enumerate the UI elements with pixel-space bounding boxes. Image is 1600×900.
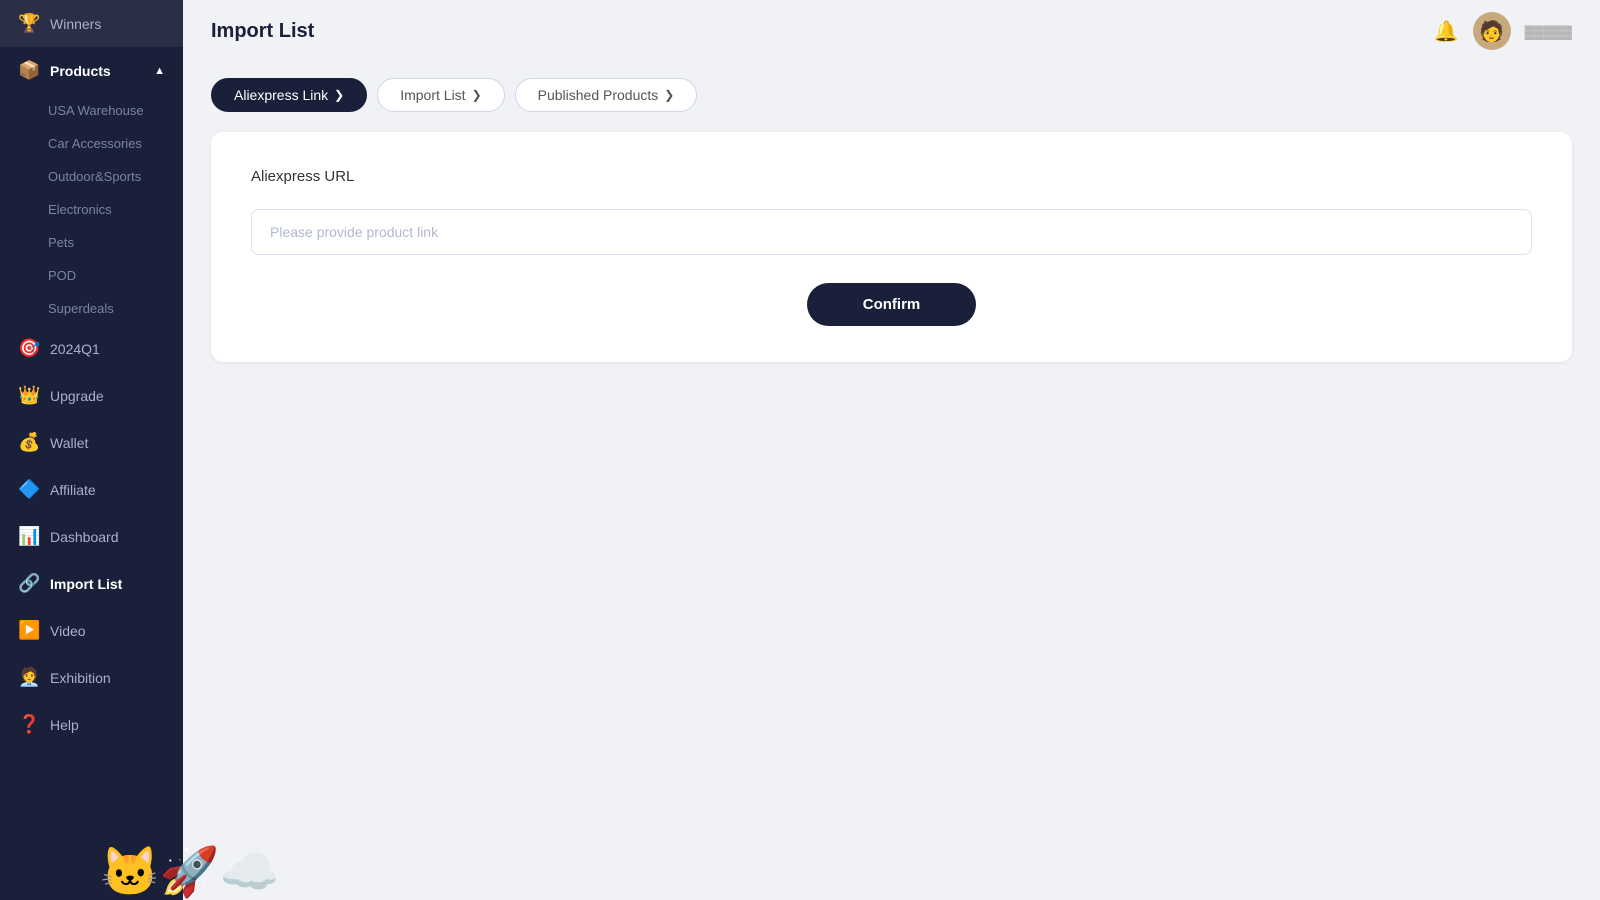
products-icon: 📦 — [18, 60, 40, 81]
products-submenu: USA Warehouse Car Accessories Outdoor&Sp… — [0, 94, 183, 325]
sidebar-sub-superdeals[interactable]: Superdeals — [0, 292, 183, 325]
sidebar-sub-outdoor-sports[interactable]: Outdoor&Sports — [0, 160, 183, 193]
sidebar-item-2024q1[interactable]: 🎯 2024Q1 — [0, 325, 183, 372]
main-area: Import List 🔔 🧑 ▓▓▓▓▓ Aliexpress Link ❯ … — [183, 0, 1600, 900]
confirm-button[interactable]: Confirm — [807, 283, 977, 326]
2024q1-icon: 🎯 — [18, 338, 40, 359]
sidebar-sub-usa-warehouse[interactable]: USA Warehouse — [0, 94, 183, 127]
affiliate-icon: 🔷 — [18, 479, 40, 500]
import-list-icon: 🔗 — [18, 573, 40, 594]
video-icon: ▶️ — [18, 620, 40, 641]
tab-import-chevron: ❯ — [472, 88, 482, 102]
tab-published-chevron: ❯ — [664, 88, 674, 102]
import-card: Aliexpress URL Confirm — [211, 132, 1572, 362]
sidebar-sub-electronics[interactable]: Electronics — [0, 193, 183, 226]
sidebar-item-import-list[interactable]: 🔗 Import List — [0, 560, 183, 607]
page-title: Import List — [211, 20, 314, 43]
notification-bell-icon[interactable]: 🔔 — [1434, 19, 1459, 44]
sidebar-item-upgrade[interactable]: 👑 Upgrade — [0, 372, 183, 419]
sidebar-sub-car-accessories[interactable]: Car Accessories — [0, 127, 183, 160]
sidebar-item-video[interactable]: ▶️ Video — [0, 607, 183, 654]
tab-bar: Aliexpress Link ❯ Import List ❯ Publishe… — [211, 78, 1572, 112]
products-chevron: ▲ — [154, 65, 165, 77]
help-icon: ❓ — [18, 714, 40, 735]
sidebar-item-dashboard[interactable]: 📊 Dashboard — [0, 513, 183, 560]
upgrade-icon: 👑 — [18, 385, 40, 406]
sidebar-item-wallet[interactable]: 💰 Wallet — [0, 419, 183, 466]
sidebar-item-affiliate[interactable]: 🔷 Affiliate — [0, 466, 183, 513]
sidebar-item-winners[interactable]: 🏆 Winners — [0, 0, 183, 47]
sidebar-sub-pets[interactable]: Pets — [0, 226, 183, 259]
dashboard-icon: 📊 — [18, 526, 40, 547]
sidebar-item-products[interactable]: 📦 Products ▲ — [0, 47, 183, 94]
header: Import List 🔔 🧑 ▓▓▓▓▓ — [183, 0, 1600, 62]
winners-icon: 🏆 — [18, 13, 40, 34]
sidebar-item-help[interactable]: ❓ Help — [0, 701, 183, 748]
tab-published-products[interactable]: Published Products ❯ — [515, 78, 698, 112]
tab-import-list[interactable]: Import List ❯ — [377, 78, 504, 112]
exhibition-icon: 🧑‍💼 — [18, 667, 40, 688]
wallet-icon: 💰 — [18, 432, 40, 453]
sidebar-sub-pod[interactable]: POD — [0, 259, 183, 292]
tab-aliexpress-chevron: ❯ — [334, 88, 344, 102]
sidebar: 🏆 Winners 📦 Products ▲ USA Warehouse Car… — [0, 0, 183, 900]
header-right: 🔔 🧑 ▓▓▓▓▓ — [1434, 12, 1572, 50]
confirm-wrapper: Confirm — [251, 283, 1532, 326]
url-input[interactable] — [251, 209, 1532, 255]
user-name: ▓▓▓▓▓ — [1525, 24, 1572, 39]
content-area: Aliexpress Link ❯ Import List ❯ Publishe… — [183, 62, 1600, 900]
tab-aliexpress-link[interactable]: Aliexpress Link ❯ — [211, 78, 367, 112]
url-label: Aliexpress URL — [251, 168, 1532, 185]
sidebar-item-exhibition[interactable]: 🧑‍💼 Exhibition — [0, 654, 183, 701]
avatar[interactable]: 🧑 — [1473, 12, 1511, 50]
